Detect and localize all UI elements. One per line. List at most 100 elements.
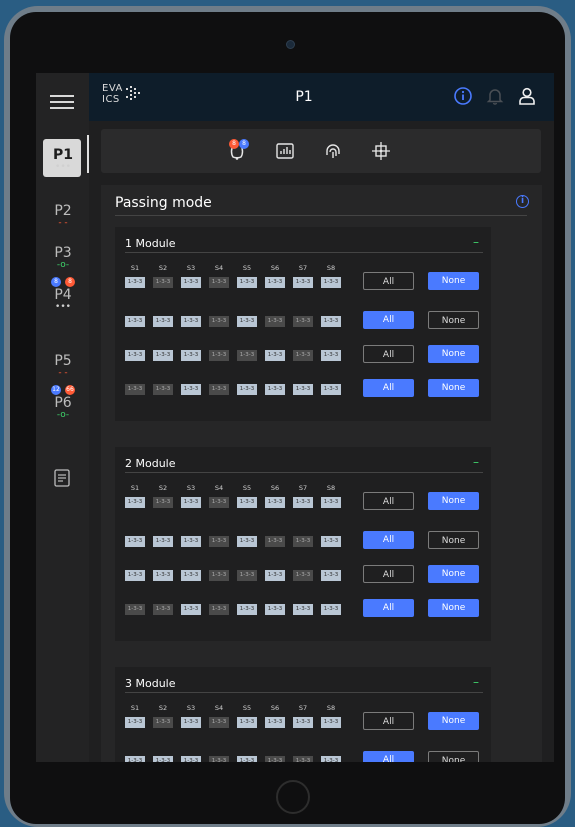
panel-info-icon[interactable]: i: [516, 195, 529, 208]
slot-cell[interactable]: 1-3-3: [293, 717, 313, 728]
slot-cell[interactable]: 1-3-3: [181, 384, 201, 395]
slot-cell[interactable]: 1-3-3: [265, 384, 285, 395]
slot-cell[interactable]: 1-3-3: [153, 316, 173, 327]
slot-cell[interactable]: 1-3-3: [153, 604, 173, 615]
all-button[interactable]: All: [363, 751, 414, 762]
all-button[interactable]: All: [363, 712, 414, 730]
collapse-icon[interactable]: –: [470, 675, 482, 689]
none-button[interactable]: None: [428, 345, 479, 363]
slot-cell[interactable]: 1-3-3: [321, 756, 341, 762]
slot-cell[interactable]: 1-3-3: [293, 277, 313, 288]
collapse-icon[interactable]: –: [470, 235, 482, 249]
slot-cell[interactable]: 1-3-3: [293, 570, 313, 581]
bell-icon[interactable]: [485, 86, 505, 106]
all-button[interactable]: All: [363, 379, 414, 397]
slot-cell[interactable]: 1-3-3: [209, 717, 229, 728]
slot-cell[interactable]: 1-3-3: [181, 536, 201, 547]
sidebar-item-p2[interactable]: P2- -: [36, 191, 89, 237]
sidebar-item-p5[interactable]: P5- -: [36, 341, 89, 387]
network-icon[interactable]: [371, 141, 391, 161]
all-button[interactable]: All: [363, 345, 414, 363]
slot-cell[interactable]: 1-3-3: [237, 277, 257, 288]
none-button[interactable]: None: [428, 565, 479, 583]
slot-cell[interactable]: 1-3-3: [237, 497, 257, 508]
slot-cell[interactable]: 1-3-3: [125, 497, 145, 508]
slot-cell[interactable]: 1-3-3: [209, 756, 229, 762]
slot-cell[interactable]: 1-3-3: [237, 570, 257, 581]
none-button[interactable]: None: [428, 492, 479, 510]
all-button[interactable]: All: [363, 311, 414, 329]
home-button[interactable]: [276, 780, 310, 814]
slot-cell[interactable]: 1-3-3: [125, 277, 145, 288]
slot-cell[interactable]: 1-3-3: [265, 277, 285, 288]
slot-cell[interactable]: 1-3-3: [181, 570, 201, 581]
slot-cell[interactable]: 1-3-3: [125, 756, 145, 762]
slot-cell[interactable]: 1-3-3: [209, 277, 229, 288]
slot-cell[interactable]: 1-3-3: [209, 604, 229, 615]
slot-cell[interactable]: 1-3-3: [293, 756, 313, 762]
slot-cell[interactable]: 1-3-3: [293, 384, 313, 395]
slot-cell[interactable]: 1-3-3: [181, 497, 201, 508]
slot-cell[interactable]: 1-3-3: [321, 350, 341, 361]
slot-cell[interactable]: 1-3-3: [209, 384, 229, 395]
slot-cell[interactable]: 1-3-3: [237, 316, 257, 327]
slot-cell[interactable]: 1-3-3: [125, 604, 145, 615]
slot-cell[interactable]: 1-3-3: [153, 717, 173, 728]
slot-cell[interactable]: 1-3-3: [293, 497, 313, 508]
user-icon[interactable]: [517, 86, 537, 106]
slot-cell[interactable]: 1-3-3: [125, 536, 145, 547]
slot-cell[interactable]: 1-3-3: [237, 604, 257, 615]
collapse-icon[interactable]: –: [470, 455, 482, 469]
slot-cell[interactable]: 1-3-3: [153, 277, 173, 288]
sidebar-item-p3[interactable]: P3 -o-: [36, 233, 89, 279]
slot-cell[interactable]: 1-3-3: [265, 570, 285, 581]
slot-cell[interactable]: 1-3-3: [265, 717, 285, 728]
slot-cell[interactable]: 1-3-3: [321, 536, 341, 547]
slot-cell[interactable]: 1-3-3: [265, 756, 285, 762]
slot-cell[interactable]: 1-3-3: [153, 536, 173, 547]
slot-cell[interactable]: 1-3-3: [209, 570, 229, 581]
all-button[interactable]: All: [363, 599, 414, 617]
slot-cell[interactable]: 1-3-3: [153, 350, 173, 361]
slot-cell[interactable]: 1-3-3: [321, 570, 341, 581]
slot-cell[interactable]: 1-3-3: [153, 570, 173, 581]
none-button[interactable]: None: [428, 599, 479, 617]
slot-cell[interactable]: 1-3-3: [321, 384, 341, 395]
none-button[interactable]: None: [428, 311, 479, 329]
all-button[interactable]: All: [363, 565, 414, 583]
slot-cell[interactable]: 1-3-3: [153, 756, 173, 762]
slot-cell[interactable]: 1-3-3: [293, 536, 313, 547]
all-button[interactable]: All: [363, 492, 414, 510]
slot-cell[interactable]: 1-3-3: [293, 316, 313, 327]
slot-cell[interactable]: 1-3-3: [321, 497, 341, 508]
slot-cell[interactable]: 1-3-3: [181, 277, 201, 288]
slot-cell[interactable]: 1-3-3: [265, 497, 285, 508]
slot-cell[interactable]: 1-3-3: [265, 604, 285, 615]
slot-cell[interactable]: 1-3-3: [181, 316, 201, 327]
slot-cell[interactable]: 1-3-3: [153, 384, 173, 395]
slot-cell[interactable]: 1-3-3: [237, 756, 257, 762]
slot-cell[interactable]: 1-3-3: [181, 350, 201, 361]
none-button[interactable]: None: [428, 272, 479, 290]
none-button[interactable]: None: [428, 712, 479, 730]
slot-cell[interactable]: 1-3-3: [153, 497, 173, 508]
slot-cell[interactable]: 1-3-3: [321, 604, 341, 615]
slot-cell[interactable]: 1-3-3: [321, 717, 341, 728]
slot-cell[interactable]: 1-3-3: [265, 536, 285, 547]
slot-cell[interactable]: 1-3-3: [321, 316, 341, 327]
none-button[interactable]: None: [428, 751, 479, 762]
none-button[interactable]: None: [428, 531, 479, 549]
slot-cell[interactable]: 1-3-3: [209, 350, 229, 361]
all-button[interactable]: All: [363, 531, 414, 549]
slot-cell[interactable]: 1-3-3: [265, 316, 285, 327]
slot-cell[interactable]: 1-3-3: [125, 316, 145, 327]
slot-cell[interactable]: 1-3-3: [181, 717, 201, 728]
slot-cell[interactable]: 1-3-3: [237, 717, 257, 728]
none-button[interactable]: None: [428, 379, 479, 397]
slot-cell[interactable]: 1-3-3: [321, 277, 341, 288]
slot-cell[interactable]: 1-3-3: [125, 717, 145, 728]
document-icon[interactable]: [54, 469, 70, 487]
chart-icon[interactable]: [275, 141, 295, 161]
slot-cell[interactable]: 1-3-3: [125, 570, 145, 581]
fingerprint-icon[interactable]: [323, 141, 343, 161]
